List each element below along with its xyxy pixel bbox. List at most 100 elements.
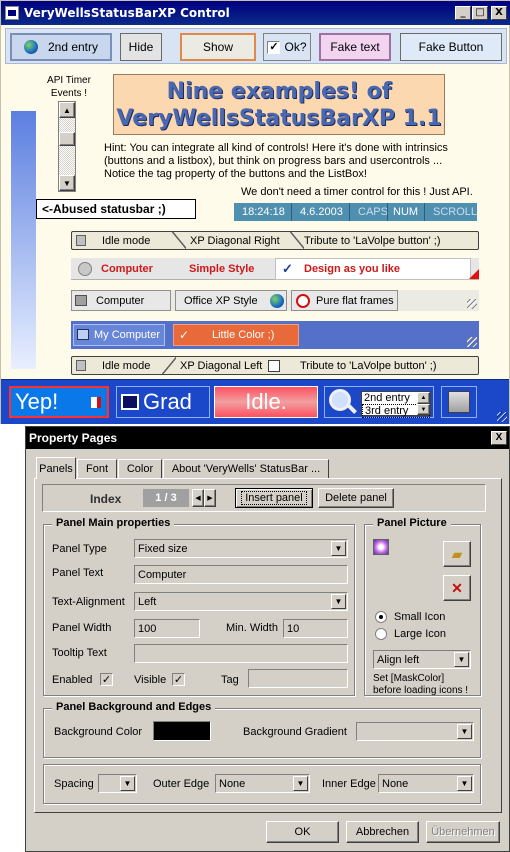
computer-icon bbox=[75, 295, 87, 306]
list-down-arrow-icon[interactable]: ▼ bbox=[417, 404, 430, 415]
min-width-input[interactable]: 10 bbox=[283, 619, 348, 638]
fake-text-button[interactable]: Fake text bbox=[319, 33, 391, 61]
panel-width-label: Panel Width bbox=[52, 622, 112, 634]
yep-label: Yep! bbox=[15, 389, 59, 414]
dropdown-arrow-icon[interactable]: ▼ bbox=[331, 541, 346, 556]
tag-input[interactable] bbox=[248, 669, 348, 688]
cancel-button[interactable]: Abbrechen bbox=[346, 821, 419, 843]
dropdown-arrow-icon[interactable]: ▼ bbox=[120, 776, 135, 791]
text-alignment-value: Left bbox=[138, 595, 157, 608]
text-alignment-combo[interactable]: Left ▼ bbox=[134, 592, 348, 611]
dialog-close-button[interactable]: X bbox=[491, 431, 507, 445]
maximize-button[interactable]: □ bbox=[472, 6, 488, 20]
tray-icon bbox=[91, 397, 101, 408]
scroll-thumb[interactable] bbox=[59, 132, 75, 146]
align-combo[interactable]: Align left ▼ bbox=[373, 650, 471, 669]
tooltip-label: Tooltip Text bbox=[52, 647, 107, 659]
picture-group: Panel Picture ▰ ✕ Small Icon Large Icon … bbox=[364, 517, 481, 696]
tab-content: Index 1 / 3 ◀ ▶ Insert panel Delete pane… bbox=[34, 478, 502, 813]
apply-button[interactable]: Übernehmen bbox=[426, 821, 500, 843]
statusbar-xp-diagonal-right: Idle mode XP Diagonal Right Tribute to '… bbox=[71, 231, 479, 250]
small-icon-label: Small Icon bbox=[394, 611, 446, 623]
background-gradient-combo[interactable]: ▼ bbox=[356, 722, 474, 741]
enabled-checkbox[interactable]: ✓ bbox=[100, 673, 113, 686]
my-computer-panel: My Computer bbox=[73, 324, 165, 346]
index-prev-arrow-icon[interactable]: ◀ bbox=[192, 489, 204, 507]
resize-grip[interactable] bbox=[467, 337, 477, 347]
idle-panel[interactable]: Idle. bbox=[214, 386, 318, 418]
text-alignment-label: Text-Alignment bbox=[52, 596, 125, 608]
minimize-button[interactable]: _ bbox=[455, 6, 471, 20]
fake-button[interactable]: Fake Button bbox=[400, 33, 502, 61]
yep-panel[interactable]: Yep! bbox=[9, 386, 109, 418]
panel-text-label: Panel Text bbox=[52, 567, 104, 579]
delete-picture-icon[interactable]: ✕ bbox=[443, 575, 471, 601]
headline-panel: Nine examples! of VeryWellsStatusBarXP 1… bbox=[113, 74, 445, 135]
hide-button[interactable]: Hide bbox=[120, 33, 162, 61]
magnifier-handle bbox=[347, 404, 357, 414]
panel-type-combo[interactable]: Fixed size ▼ bbox=[134, 539, 348, 558]
tag-label: Tag bbox=[221, 674, 239, 686]
mask-note-line2: before loading icons ! bbox=[373, 685, 469, 696]
dropdown-arrow-icon[interactable]: ▼ bbox=[293, 776, 308, 791]
globe-icon bbox=[23, 40, 38, 54]
delete-panel-button[interactable]: Delete panel bbox=[318, 488, 394, 508]
app-icon bbox=[5, 6, 19, 20]
ok-button[interactable]: OK bbox=[266, 821, 339, 843]
scroll-down-arrow-icon[interactable]: ▼ bbox=[59, 175, 75, 191]
toolbar-statusbar: 2nd entry Hide Show ✓ Ok? Fake text Fake… bbox=[5, 28, 507, 64]
vertical-scrollbar[interactable]: ▲ ▼ bbox=[58, 101, 76, 192]
dropdown-arrow-icon[interactable]: ▼ bbox=[457, 776, 472, 791]
index-bar: Index 1 / 3 ◀ ▶ Insert panel Delete pane… bbox=[42, 484, 486, 512]
ok-checkbox[interactable]: ✓ Ok? bbox=[263, 33, 311, 61]
dropdown-arrow-icon[interactable]: ▼ bbox=[457, 724, 472, 739]
list-up-arrow-icon[interactable]: ▲ bbox=[417, 392, 430, 404]
dropdown-arrow-icon[interactable]: ▼ bbox=[331, 594, 346, 609]
check-mark-icon: ✓ bbox=[282, 261, 293, 276]
panel-text-input[interactable]: Computer bbox=[134, 565, 348, 584]
show-button[interactable]: Show bbox=[180, 33, 256, 61]
grad-panel[interactable]: Grad bbox=[116, 386, 210, 418]
entry-listbox[interactable]: 2nd entry 3rd entry ▲ ▼ bbox=[361, 391, 431, 418]
insert-panel-button[interactable]: Insert panel bbox=[235, 488, 313, 508]
main-properties-title: Panel Main properties bbox=[52, 517, 175, 529]
no-entry-icon bbox=[296, 294, 310, 308]
panel-type-label: Panel Type bbox=[52, 543, 107, 555]
xp-diagonal-left-panel: XP Diagonal Left bbox=[180, 359, 263, 372]
inner-edge-value: None bbox=[382, 777, 409, 790]
hint-text: Hint: You can integrate all kind of cont… bbox=[104, 142, 448, 180]
open-folder-icon[interactable]: ▰ bbox=[443, 541, 471, 567]
inner-edge-combo[interactable]: None ▼ bbox=[378, 774, 474, 793]
tab-color[interactable]: Color bbox=[118, 459, 162, 479]
small-icon-radio[interactable] bbox=[375, 611, 387, 623]
visible-checkbox[interactable]: ✓ bbox=[172, 673, 185, 686]
index-next-arrow-icon[interactable]: ▶ bbox=[204, 489, 216, 507]
background-color-swatch[interactable] bbox=[153, 721, 211, 741]
red-corner-grip[interactable] bbox=[469, 269, 479, 279]
align-value: Align left bbox=[377, 653, 420, 666]
dropdown-arrow-icon[interactable]: ▼ bbox=[454, 652, 469, 667]
panel-width-input[interactable]: 100 bbox=[134, 619, 200, 638]
tab-font[interactable]: Font bbox=[77, 459, 117, 479]
tab-panels[interactable]: Panels bbox=[36, 457, 76, 479]
index-label: Index bbox=[90, 492, 122, 506]
demo-window: VeryWellsStatusBarXP Control _ □ X 2nd e… bbox=[0, 0, 510, 424]
2nd-entry-button[interactable]: 2nd entry bbox=[10, 33, 112, 61]
tab-about[interactable]: About 'VeryWells' StatusBar ... bbox=[163, 459, 329, 479]
hide-label: Hide bbox=[128, 40, 154, 54]
resize-grip[interactable] bbox=[467, 299, 477, 309]
scroll-up-arrow-icon[interactable]: ▲ bbox=[59, 102, 75, 118]
outer-edge-combo[interactable]: None ▼ bbox=[215, 774, 310, 793]
spacing-edges-group: Spacing ▼ Outer Edge None ▼ Inner Edge N… bbox=[43, 764, 481, 804]
outer-edge-value: None bbox=[219, 777, 246, 790]
idle-mode-panel: Idle mode bbox=[102, 234, 151, 247]
headline-line2: VeryWellsStatusBarXP 1.1 bbox=[116, 105, 442, 131]
spacing-combo[interactable]: ▼ bbox=[98, 774, 137, 793]
dialog-title: Property Pages bbox=[29, 431, 118, 445]
large-icon-radio[interactable] bbox=[375, 628, 387, 640]
statusbar-office-xp: Computer Office XP Style Pure flat frame… bbox=[71, 290, 479, 311]
close-button[interactable]: X bbox=[491, 6, 507, 20]
resize-grip[interactable] bbox=[497, 412, 507, 422]
tooltip-input[interactable] bbox=[134, 644, 348, 663]
visible-label: Visible bbox=[134, 674, 167, 686]
